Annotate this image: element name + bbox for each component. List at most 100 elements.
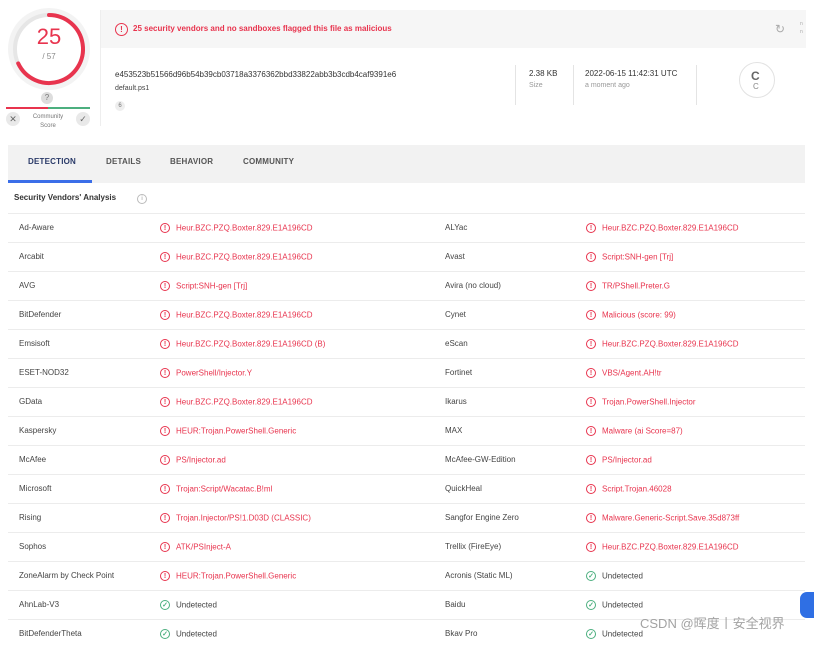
tab-community[interactable]: COMMUNITY [243,157,294,166]
result-label: Heur.BZC.PZQ.Boxter.829.E1A196CD [602,542,739,552]
table-row: McAfee! PS/Injector.ad McAfee-GW-Edition! P… [8,445,805,474]
meta-divider [515,65,516,105]
result-label: Undetected [176,600,217,610]
vendor-result: ! Script:SNH-gen [Trj] [586,252,673,262]
vendor-result: ! Malicious (score: 99) [586,310,676,320]
vendor-name: Acronis (Static ML) [445,571,513,580]
vendor-name: Trellix (FireEye) [445,542,502,551]
file-size-value: 2.38 KB [529,69,558,78]
result-label: Malware.Generic-Script.Save.35d873ff [602,513,740,523]
vendor-name: Ikarus [445,397,467,406]
alert-banner: ! 25 security vendors and no sandboxes f… [101,10,806,48]
vendor-name: AhnLab-V3 [19,600,60,609]
vendor-name: MAX [445,426,463,435]
vendor-result: ! Heur.BZC.PZQ.Boxter.829.E1A196CD [160,252,313,262]
vote-harmful-button[interactable]: ✕ [6,112,20,126]
result-label: Heur.BZC.PZQ.Boxter.829.E1A196CD [176,397,313,407]
vendor-result: ! Heur.BZC.PZQ.Boxter.829.E1A196CD [160,310,313,320]
vendor-name: Rising [19,513,42,522]
info-icon[interactable]: i [137,194,147,204]
result-label: PS/Injector.ad [176,455,226,465]
vendor-result: ! Heur.BZC.PZQ.Boxter.829.E1A196CD [586,542,739,552]
vendor-name: Fortinet [445,368,473,377]
result-label: Malicious (score: 99) [602,310,676,320]
malicious-icon: ! [160,397,170,407]
table-row: Arcabit ! Heur.BZC.PZQ.Boxter.829.E1A196CD… [8,242,805,271]
table-row: AVG ! Script:SNH-gen [Trj] Avira (no cloud)… [8,271,805,300]
vendor-result: ! Heur.BZC.PZQ.Boxter.829.E1A196CD [160,397,313,407]
result-label: PowerShell/Injector.Y [176,368,253,378]
result-label: Undetected [602,571,643,581]
result-label: Undetected [602,629,643,639]
community-score-bar [6,107,90,109]
vendor-result: ! PS/Injector.ad [586,455,652,465]
file-hash[interactable]: e453523b51566d96b54b39cb03718a3376362bbd… [115,70,396,79]
malicious-icon: ! [160,339,170,349]
vendor-result: ! Malware.Generic-Script.Save.35d873ff [586,513,739,523]
result-label: Undetected [602,600,643,610]
alert-icon: ! [115,23,128,36]
tab-behavior[interactable]: BEHAVIOR [170,157,213,166]
table-row: ESET-NOD32! PowerShell/Injector.Y Fortinet… [8,358,805,387]
vendor-name: Bkav Pro [445,629,478,638]
floating-action-button[interactable] [800,592,814,618]
table-row: Microsoft! Trojan:Script/Wacatac.B!ml Quic… [8,474,805,503]
malicious-icon: ! [160,484,170,494]
file-summary-card: ! 25 security vendors and no sandboxes f… [100,10,806,126]
result-label: Heur.BZC.PZQ.Boxter.829.E1A196CD [602,223,739,233]
vendor-result: ! ATK/PSInject-A [160,542,231,552]
vendor-name: Baidu [445,600,466,609]
vendor-name: Arcabit [19,252,44,261]
result-label: HEUR:Trojan.PowerShell.Generic [176,426,297,436]
table-row: ZoneAlarm by Check Point! HEUR:Trojan.Pow… [8,561,805,590]
vendor-name: Cynet [445,310,466,319]
vendor-result: ! VBS/Agent.AH!tr [586,368,662,378]
malicious-icon: ! [586,339,596,349]
malicious-icon: ! [160,571,170,581]
vendor-name: AVG [19,281,36,290]
result-label: TR/PShell.Preter.G [602,281,671,291]
file-type-icon: CC [739,62,775,98]
check-icon: ✓ [160,600,170,610]
vendor-result: ! Script:SNH-gen [Trj] [160,281,247,291]
vendors-table: Ad-Aware! Heur.BZC.PZQ.Boxter.829.E1A196C… [8,213,805,648]
watermark: CSDN @晖度丨安全视界 [640,616,785,631]
table-row: GData! Heur.BZC.PZQ.Boxter.829.E1A196CD Ik… [8,387,805,416]
malicious-icon: ! [586,252,596,262]
vendor-name: Ad-Aware [19,223,54,232]
vendor-name: McAfee [19,455,47,464]
vendor-result: ✓ Undetected [586,600,643,610]
vendor-name: ZoneAlarm by Check Point [19,571,115,580]
vendor-result: ! Heur.BZC.PZQ.Boxter.829.E1A196CD [586,339,739,349]
tab-detection[interactable]: DETECTION [28,157,76,166]
malicious-icon: ! [586,281,596,291]
table-row: Ad-Aware! Heur.BZC.PZQ.Boxter.829.E1A196C… [8,213,805,242]
vendor-name: Sophos [19,542,47,551]
table-row: Sophos! ATK/PSInject-A Trellix (FireEye)! H… [8,532,805,561]
vendor-result: ! Trojan.PowerShell.Injector [586,397,696,407]
tab-details[interactable]: DETAILS [106,157,141,166]
result-label: HEUR:Trojan.PowerShell.Generic [176,571,297,581]
malicious-icon: ! [586,455,596,465]
malicious-icon: ! [160,542,170,552]
vote-harmless-button[interactable]: ✓ [76,112,90,126]
vendor-name: GData [19,397,43,406]
vendor-name: Avira (no cloud) [445,281,501,290]
result-label: PS/Injector.ad [602,455,652,465]
result-label: Heur.BZC.PZQ.Boxter.829.E1A196CD [176,223,313,233]
result-label: VBS/Agent.AH!tr [602,368,662,378]
result-label: Undetected [176,629,217,639]
vendor-result: ! Trojan:Script/Wacatac.B!ml [160,484,272,494]
table-row: Kaspersky! HEUR:Trojan.PowerShell.Generic… [8,416,805,445]
reanalyze-icon[interactable]: ↻ [775,22,785,36]
vendor-result: ✓ Undetected [586,571,643,581]
result-label: Malware (ai Score=87) [602,426,683,436]
vendor-name: Microsoft [19,484,52,493]
vendor-name: McAfee-GW-Edition [445,455,516,464]
malicious-icon: ! [160,281,170,291]
result-label: Trojan:Script/Wacatac.B!ml [176,484,273,494]
vendor-name: QuickHeal [445,484,482,493]
file-tag[interactable]: 6 [115,101,125,111]
vendor-result: ! PS/Injector.ad [160,455,226,465]
detection-score-ring: 25 / 57 [8,8,90,90]
